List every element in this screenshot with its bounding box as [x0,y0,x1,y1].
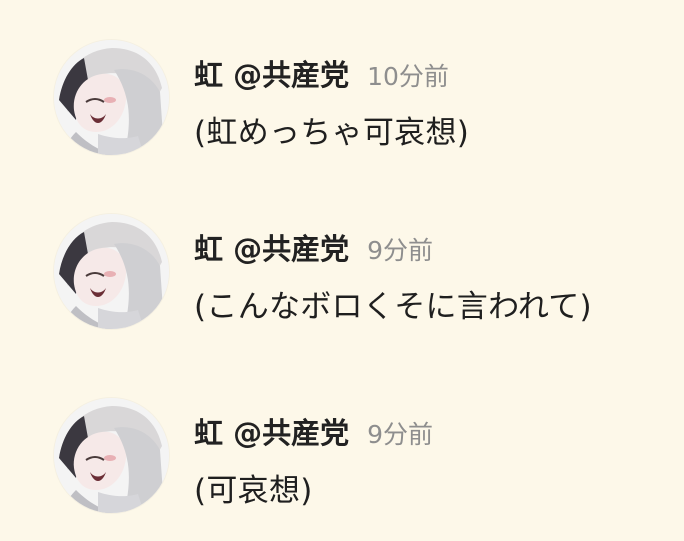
message-header: 虹 @共産党 9分前 [194,410,433,450]
message-item: 虹 @共産党 9分前 (こんなボロくそに言われて) [54,214,664,334]
anime-avatar-icon [54,40,169,155]
anime-avatar-icon [54,398,169,513]
message-text: (虹めっちゃ可哀想) [194,115,470,151]
avatar[interactable] [54,398,169,513]
avatar[interactable] [54,214,169,329]
message-text: (可哀想) [194,473,313,509]
message-header: 虹 @共産党 9分前 [194,226,433,266]
message-item: 虹 @共産党 10分前 (虹めっちゃ可哀想) [54,40,664,160]
message-header: 虹 @共産党 10分前 [194,52,449,92]
message-text: (こんなボロくそに言われて) [194,289,592,325]
avatar[interactable] [54,40,169,155]
timestamp: 9分前 [367,420,434,449]
username[interactable]: 虹 @共産党 [194,232,349,266]
timestamp: 10分前 [367,62,449,91]
anime-avatar-icon [54,214,169,329]
username[interactable]: 虹 @共産党 [194,58,349,92]
message-thread: 虹 @共産党 10分前 (虹めっちゃ可哀想) 虹 @共産党 9分前 (こんなボロくそ… [0,0,684,541]
timestamp: 9分前 [367,236,434,265]
username[interactable]: 虹 @共産党 [194,416,349,450]
message-item: 虹 @共産党 9分前 (可哀想) [54,398,664,518]
